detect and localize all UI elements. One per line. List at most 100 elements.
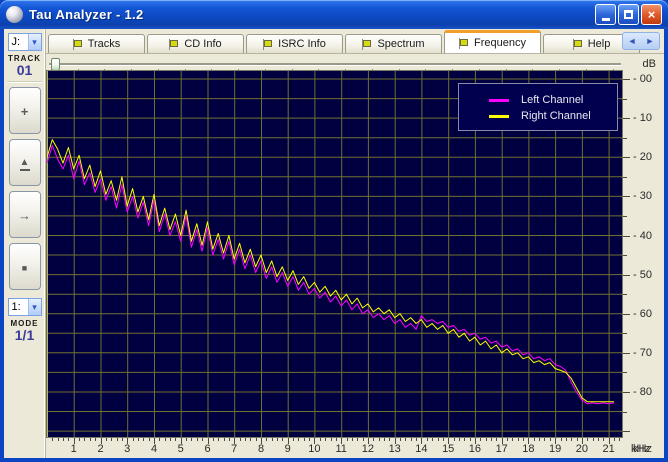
x-minor-tick (437, 438, 439, 441)
slider-groove[interactable] (49, 63, 621, 65)
y-major-tick (623, 79, 630, 80)
x-minor-tick (351, 438, 353, 441)
x-minor-tick (496, 438, 498, 441)
y-tick-label: - 80 (633, 386, 652, 398)
x-minor-tick (432, 438, 434, 441)
y-minor-tick (623, 255, 627, 256)
y-major-tick (623, 313, 630, 315)
eject-icon: ▲ (20, 157, 30, 171)
x-axis-ruler: kHz 1 2 3 4 5 6 7 8 9 10 11 12 13 14 15 16 17 18 19 20 21 (46, 438, 664, 455)
y-tick-label: - 50 (633, 268, 652, 281)
chart-legend: Left Channel Right Channel (458, 83, 618, 131)
x-tick-label: 14 (415, 443, 428, 455)
y-major-tick (623, 196, 630, 198)
minimize-button[interactable] (595, 4, 616, 25)
y-tick-label: - 30 (633, 190, 652, 203)
mode-select[interactable]: 1: ▾ (7, 298, 42, 316)
x-minor-tick (164, 438, 166, 441)
x-minor-tick (533, 438, 535, 441)
x-tick-label: 7 (231, 443, 238, 455)
flag-cloth (460, 38, 468, 46)
x-minor-tick (614, 438, 615, 441)
x-tick-label: 16 (468, 443, 482, 455)
x-tick-label: 9 (284, 443, 291, 455)
x-minor-tick (544, 438, 546, 441)
tab-scroll-right-button[interactable]: ► (641, 33, 659, 49)
x-tick-label: 4 (150, 443, 158, 455)
tab-label: Spectrum (377, 38, 425, 50)
y-major-tick (623, 157, 630, 159)
drive-select[interactable]: J: ▾ (7, 33, 42, 51)
tab-frequency[interactable]: Frequency (444, 30, 541, 53)
y-major-tick (623, 118, 630, 120)
y-axis: dB - 00 - 10 - 20 - 30 - 40 - 50 - 60 - 70 - 80 k… (623, 54, 664, 455)
x-minor-tick (79, 438, 81, 441)
legend-label: Left Channel (521, 94, 584, 106)
x-minor-tick (121, 438, 123, 441)
x-minor-tick (549, 438, 551, 441)
flag-cloth (73, 39, 82, 47)
x-axis-unit-right: kHz (633, 443, 652, 455)
x-minor-tick (202, 438, 204, 441)
chevron-down-icon[interactable]: ▾ (27, 299, 41, 315)
stop-button[interactable]: ■ (8, 243, 41, 290)
x-minor-tick (384, 438, 385, 441)
tab-tracks[interactable]: Tracks (48, 34, 145, 53)
flag-icon (572, 38, 583, 50)
tab-scroll-left-button[interactable]: ◄ (623, 33, 641, 49)
x-tick-label: 11 (335, 443, 347, 455)
x-tick-label: 13 (388, 443, 401, 455)
x-minor-tick (325, 438, 327, 441)
x-tick-label: 21 (602, 443, 615, 455)
x-minor-tick (266, 438, 268, 441)
tab-spectrum[interactable]: Spectrum (345, 34, 442, 53)
legend-item: Left Channel (489, 92, 617, 108)
maximize-icon (624, 10, 633, 19)
x-minor-tick (63, 438, 64, 441)
x-tick-label: 18 (522, 443, 535, 455)
x-minor-tick (116, 438, 118, 441)
chevron-down-icon[interactable]: ▾ (27, 34, 41, 50)
x-minor-tick (223, 438, 225, 441)
y-minor-tick (623, 333, 627, 335)
x-minor-tick (389, 438, 391, 441)
x-tick-label: 17 (495, 443, 508, 455)
sidebar: J: ▾ TRACK 01 + ▲ → ■ 1: ▾ MODE 1/1 (4, 29, 46, 458)
x-minor-tick (491, 438, 492, 441)
x-tick-label: 3 (124, 443, 131, 455)
transport-buttons: + ▲ → ■ (4, 87, 45, 290)
y-major-tick (623, 352, 630, 354)
x-minor-tick (464, 438, 466, 441)
next-button[interactable]: → (8, 191, 41, 238)
legend-swatch (489, 114, 509, 118)
flag-icon (169, 38, 179, 50)
add-button[interactable]: + (8, 87, 41, 134)
x-minor-tick (132, 438, 134, 441)
frequency-page: Left Channel Right Channel kHz 1234567891… (46, 53, 664, 458)
tab-label: Tracks (87, 38, 121, 50)
y-tick-label: - 00 (633, 73, 652, 85)
legend-item: Right Channel (489, 108, 617, 124)
title-bar[interactable]: Tau Analyzer - 1.2 × (0, 0, 668, 29)
x-minor-tick (410, 438, 412, 441)
x-minor-tick (335, 438, 337, 441)
stop-icon: ■ (21, 262, 28, 273)
x-minor-tick (523, 438, 524, 441)
x-minor-tick (239, 438, 241, 441)
x-minor-tick (293, 438, 294, 441)
tab-cd-info[interactable]: CD Info (147, 34, 244, 53)
x-minor-tick (453, 438, 455, 441)
maximize-button[interactable] (618, 4, 639, 25)
x-minor-tick (319, 438, 321, 441)
close-button[interactable]: × (641, 4, 662, 25)
x-minor-tick (517, 438, 519, 441)
x-minor-tick (170, 438, 171, 441)
x-minor-tick (603, 438, 605, 441)
flag-icon (362, 38, 372, 50)
frequency-chart: Left Channel Right Channel (46, 70, 623, 438)
eject-button[interactable]: ▲ (8, 139, 41, 186)
x-minor-tick (271, 438, 273, 441)
x-tick-label: 5 (177, 443, 184, 455)
tab-isrc-info[interactable]: ISRC Info (246, 34, 343, 53)
x-minor-tick (282, 438, 284, 441)
